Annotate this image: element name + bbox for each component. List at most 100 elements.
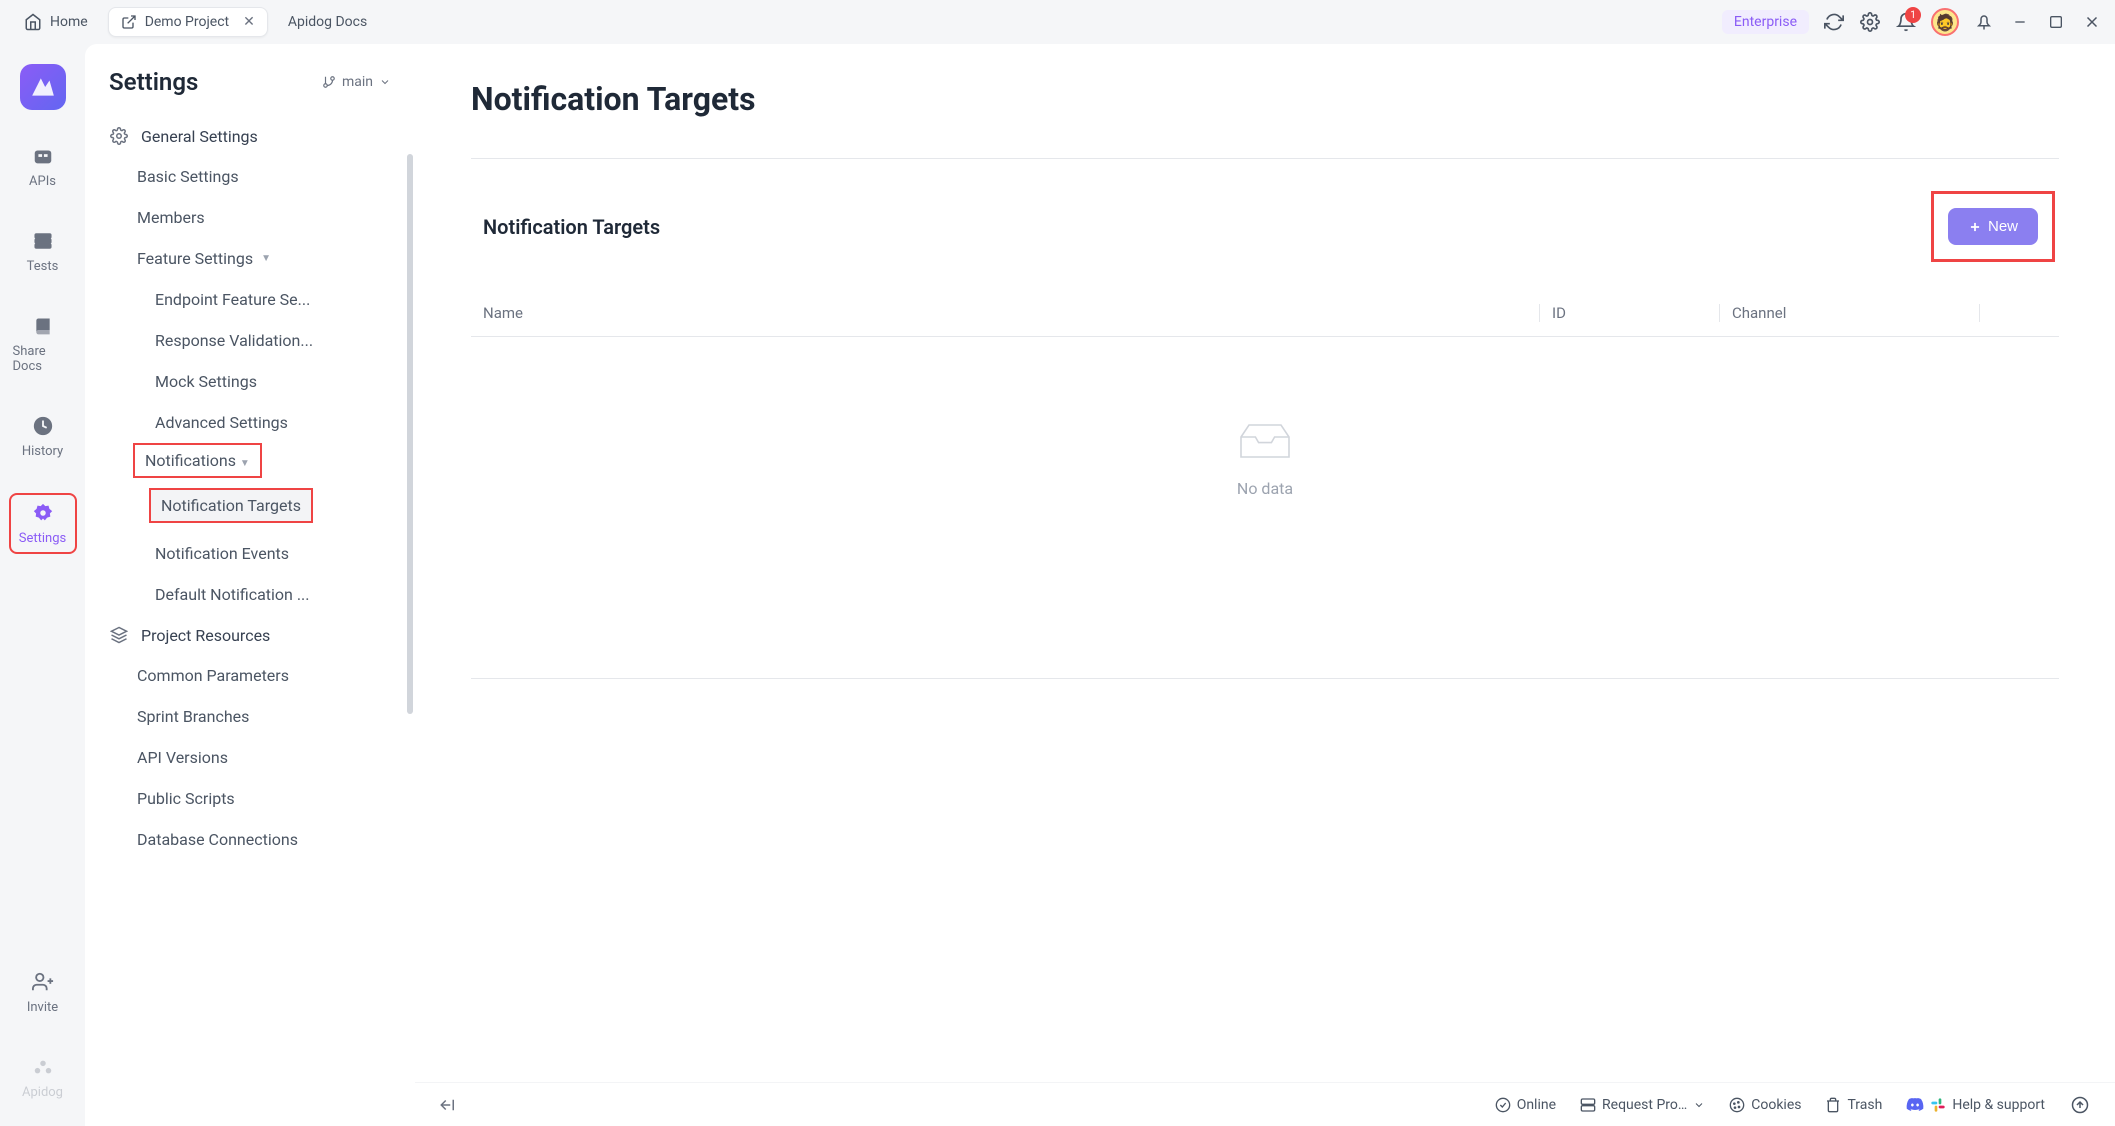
status-trash-label: Trash bbox=[1847, 1097, 1882, 1113]
tab-docs-label: Apidog Docs bbox=[288, 14, 367, 30]
tests-icon bbox=[31, 229, 55, 253]
empty-box-icon bbox=[1233, 417, 1297, 465]
gear-icon[interactable] bbox=[1859, 11, 1881, 33]
layers-icon bbox=[109, 625, 129, 645]
server-icon bbox=[1580, 1097, 1596, 1113]
rail-apis[interactable]: APIs bbox=[9, 138, 77, 195]
status-trash[interactable]: Trash bbox=[1825, 1097, 1882, 1113]
branch-selector[interactable]: main bbox=[322, 74, 391, 90]
nav-database-connections[interactable]: Database Connections bbox=[85, 819, 415, 860]
pin-icon[interactable] bbox=[1973, 11, 1995, 33]
nav-general-label: General Settings bbox=[141, 127, 258, 146]
chevron-down-icon bbox=[1693, 1099, 1705, 1111]
nav-public-scripts[interactable]: Public Scripts bbox=[85, 778, 415, 819]
nav-response-validation[interactable]: Response Validation... bbox=[85, 320, 415, 361]
status-bar: Online Request Pro… Cookies Trash bbox=[415, 1082, 2115, 1126]
th-id: ID bbox=[1539, 304, 1719, 322]
rail-invite[interactable]: Invite bbox=[9, 964, 77, 1021]
tab-home[interactable]: Home bbox=[12, 7, 100, 37]
nav-common-parameters[interactable]: Common Parameters bbox=[85, 655, 415, 696]
refresh-icon[interactable] bbox=[1823, 11, 1845, 33]
apis-icon bbox=[31, 144, 55, 168]
nav-section-project-resources[interactable]: Project Resources bbox=[85, 615, 415, 655]
th-name: Name bbox=[471, 304, 1539, 322]
branch-name: main bbox=[342, 74, 373, 90]
nav-feature-settings[interactable]: Feature Settings ▼ bbox=[85, 238, 415, 279]
tab-docs[interactable]: Apidog Docs bbox=[276, 8, 379, 36]
rail-history-label: History bbox=[22, 444, 63, 459]
rail-history[interactable]: History bbox=[9, 408, 77, 465]
maximize-icon[interactable] bbox=[2045, 11, 2067, 33]
minimize-icon[interactable] bbox=[2009, 11, 2031, 33]
nav-sprint-branches[interactable]: Sprint Branches bbox=[85, 696, 415, 737]
th-channel: Channel bbox=[1719, 304, 1979, 322]
rail-apidog-label: Apidog bbox=[22, 1085, 63, 1100]
nav-notification-targets[interactable]: Notification Targets bbox=[149, 488, 313, 523]
nav-members[interactable]: Members bbox=[85, 197, 415, 238]
new-button[interactable]: New bbox=[1948, 208, 2038, 245]
rail-share-docs[interactable]: Share Docs bbox=[9, 308, 77, 380]
collapse-sidebar-icon[interactable] bbox=[439, 1096, 457, 1114]
data-table: Name ID Channel No data bbox=[471, 290, 2059, 679]
nav-notifications-label: Notifications bbox=[145, 451, 236, 470]
empty-text: No data bbox=[1237, 479, 1293, 498]
enterprise-badge[interactable]: Enterprise bbox=[1722, 10, 1809, 34]
nav-endpoint-feature[interactable]: Endpoint Feature Se... bbox=[85, 279, 415, 320]
caret-down-icon: ▼ bbox=[240, 458, 250, 469]
page-title: Notification Targets bbox=[471, 80, 2059, 118]
nav-notifications[interactable]: Notifications ▼ bbox=[133, 443, 262, 478]
home-icon bbox=[24, 13, 42, 31]
apidog-icon bbox=[31, 1055, 55, 1079]
rail-tests-label: Tests bbox=[27, 259, 59, 274]
gear-icon bbox=[109, 126, 129, 146]
status-cookies[interactable]: Cookies bbox=[1729, 1097, 1801, 1113]
new-button-label: New bbox=[1988, 218, 2018, 235]
close-icon[interactable]: ✕ bbox=[243, 14, 255, 30]
status-help[interactable]: Help & support bbox=[1906, 1096, 2045, 1114]
trash-icon bbox=[1825, 1097, 1841, 1113]
nav-section-general[interactable]: General Settings bbox=[85, 116, 415, 156]
nav-default-notification[interactable]: Default Notification ... bbox=[85, 574, 415, 615]
invite-icon bbox=[31, 970, 55, 994]
status-request-proxy-label: Request Pro… bbox=[1602, 1097, 1687, 1113]
share-docs-icon bbox=[31, 314, 55, 338]
plus-icon bbox=[1968, 220, 1982, 234]
divider bbox=[471, 158, 2059, 159]
avatar[interactable]: 🧔 bbox=[1931, 8, 1959, 36]
nav-mock-settings[interactable]: Mock Settings bbox=[85, 361, 415, 402]
bell-icon[interactable]: 1 bbox=[1895, 11, 1917, 33]
nav-feature-settings-label: Feature Settings bbox=[137, 249, 253, 268]
tab-home-label: Home bbox=[50, 14, 88, 30]
status-request-proxy[interactable]: Request Pro… bbox=[1580, 1097, 1705, 1113]
nav-api-versions[interactable]: API Versions bbox=[85, 737, 415, 778]
slack-icon bbox=[1930, 1097, 1946, 1113]
rail-apidog[interactable]: Apidog bbox=[9, 1049, 77, 1106]
app-logo[interactable] bbox=[20, 64, 66, 110]
chevron-down-icon bbox=[379, 76, 391, 88]
settings-title: Settings bbox=[109, 68, 198, 96]
settings-icon bbox=[31, 501, 55, 525]
status-online[interactable]: Online bbox=[1495, 1097, 1556, 1113]
status-online-label: Online bbox=[1517, 1097, 1556, 1113]
rail-share-docs-label: Share Docs bbox=[13, 344, 73, 374]
rail-settings[interactable]: Settings bbox=[9, 493, 77, 554]
nav-notification-events[interactable]: Notification Events bbox=[85, 533, 415, 574]
th-actions bbox=[1979, 304, 2059, 322]
divider bbox=[471, 678, 2059, 679]
rail-tests[interactable]: Tests bbox=[9, 223, 77, 280]
nav-basic-settings[interactable]: Basic Settings bbox=[85, 156, 415, 197]
tabs-bar: Home Demo Project ✕ Apidog Docs Enterpri… bbox=[0, 0, 2115, 44]
table-header: Name ID Channel bbox=[471, 290, 2059, 337]
notif-badge: 1 bbox=[1905, 7, 1921, 23]
status-cookies-label: Cookies bbox=[1751, 1097, 1801, 1113]
empty-state: No data bbox=[471, 337, 2059, 678]
nav-advanced-settings[interactable]: Advanced Settings bbox=[85, 402, 415, 443]
history-icon bbox=[31, 414, 55, 438]
check-circle-icon bbox=[1495, 1097, 1511, 1113]
main-content: Notification Targets Notification Target… bbox=[415, 44, 2115, 1126]
feedback-icon[interactable] bbox=[2069, 1094, 2091, 1116]
caret-down-icon: ▼ bbox=[261, 253, 271, 264]
scrollbar[interactable] bbox=[407, 154, 413, 714]
tab-project[interactable]: Demo Project ✕ bbox=[108, 7, 268, 37]
window-close-icon[interactable] bbox=[2081, 11, 2103, 33]
